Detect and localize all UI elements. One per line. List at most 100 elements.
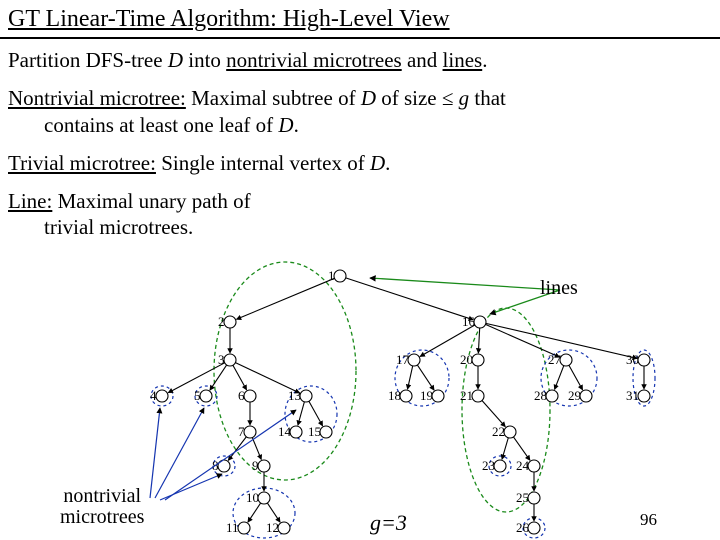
node-label: 5 (194, 388, 201, 403)
page-number: 96 (640, 510, 657, 530)
nontrivial-def: Nontrivial microtree: Maximal subtree of… (8, 85, 712, 138)
slide-body: Partition DFS-tree D into nontrivial mic… (0, 39, 720, 241)
tree-node (504, 426, 516, 438)
line-def: Line: Maximal unary path of trivial micr… (8, 188, 712, 241)
tree-edge (236, 278, 334, 319)
txt: Single internal vertex of (156, 151, 370, 175)
node-label: 21 (460, 388, 473, 403)
tree-edge (298, 402, 305, 425)
tree-node (258, 492, 270, 504)
trivial-def: Trivial microtree: Single internal verte… (8, 150, 712, 176)
lines-label: lines (540, 278, 578, 299)
tree-node (432, 390, 444, 402)
tree-node (290, 426, 302, 438)
node-label: 12 (266, 520, 279, 535)
var-D: D (168, 48, 183, 72)
partition-line: Partition DFS-tree D into nontrivial mic… (8, 47, 712, 73)
node-label: 7 (238, 424, 245, 439)
var-D: D (361, 86, 376, 110)
node-label: 6 (238, 388, 245, 403)
tree-node (638, 354, 650, 366)
txt: Maximal subtree of (186, 86, 361, 110)
tree-node (528, 492, 540, 504)
tree-node (560, 354, 572, 366)
annotation-arrow-nontrivial (150, 408, 160, 498)
tree-edge (486, 323, 637, 358)
node-label: 17 (396, 352, 410, 367)
def-head: Line: (8, 189, 52, 213)
tree-node (528, 460, 540, 472)
node-label: 1 (328, 268, 335, 283)
node-label: 20 (460, 352, 473, 367)
nontrivial-microtrees-label: nontrivial microtrees (60, 486, 144, 528)
line-group-ellipse (214, 262, 356, 480)
tree-edge (346, 278, 474, 320)
txt: . (294, 113, 299, 137)
tree-node (258, 460, 270, 472)
tree-node (224, 316, 236, 328)
tree-node (278, 522, 290, 534)
tree-node (472, 390, 484, 402)
tree-edge (555, 366, 564, 390)
node-label: 16 (462, 314, 476, 329)
var-D: D (370, 151, 385, 175)
tree-node (494, 460, 506, 472)
txt: Partition DFS-tree (8, 48, 168, 72)
g-equals-label: g=3 (370, 510, 407, 536)
tree-node (244, 390, 256, 402)
tree-edge (248, 503, 261, 522)
tree-node (156, 390, 168, 402)
node-label: 14 (278, 424, 292, 439)
lines-underline: lines (443, 48, 483, 72)
node-label: 29 (568, 388, 581, 403)
tree-node (400, 390, 412, 402)
node-label: 27 (548, 352, 562, 367)
tree-edge (478, 328, 479, 353)
node-label: 24 (516, 458, 530, 473)
node-label: 9 (252, 458, 259, 473)
node-label: 28 (534, 388, 547, 403)
tree-edge (233, 365, 247, 390)
tree-node (546, 390, 558, 402)
annotation-arrow-nontrivial (165, 410, 296, 500)
txt: contains at least one leaf of (44, 113, 278, 137)
tree-edge (252, 438, 261, 460)
nontrivial-microtrees-underline: nontrivial microtrees (226, 48, 402, 72)
txt: Maximal unary path of (52, 189, 250, 213)
txt: and (402, 48, 443, 72)
node-label: 13 (288, 388, 301, 403)
node-label: 3 (218, 352, 225, 367)
node-label: 23 (482, 458, 495, 473)
txt: trivial microtrees. (8, 214, 712, 240)
tree-edge (228, 437, 246, 461)
node-label: 26 (516, 520, 530, 535)
tree-node (238, 522, 250, 534)
annotation-arrow-lines (370, 278, 560, 290)
line-group-ellipse (462, 308, 550, 512)
node-label: 22 (492, 424, 505, 439)
def-head: Trivial microtree: (8, 151, 156, 175)
txt: that (469, 86, 506, 110)
tree-node (580, 390, 592, 402)
tree-node (200, 390, 212, 402)
tree-node (408, 354, 420, 366)
slide-title: GT Linear-Time Algorithm: High-Level Vie… (0, 0, 720, 39)
node-label: 4 (150, 388, 157, 403)
node-label: 18 (388, 388, 401, 403)
tree-edge (502, 438, 508, 460)
node-label: 10 (246, 490, 259, 505)
tree-node (528, 522, 540, 534)
txt: into (183, 48, 226, 72)
title-under: GT Linear-Time Algorithm: High-Level Vie… (8, 6, 450, 32)
g-eq-text: g=3 (370, 510, 407, 535)
txt: of size ≤ (376, 86, 459, 110)
tree-node (320, 426, 332, 438)
def-head: Nontrivial microtree: (8, 86, 186, 110)
var-g: g (459, 86, 470, 110)
node-label: 19 (420, 388, 433, 403)
tree-edge (417, 365, 434, 390)
node-label: 30 (626, 352, 639, 367)
tree-node (638, 390, 650, 402)
node-label: 15 (308, 424, 321, 439)
txt: . (385, 151, 390, 175)
